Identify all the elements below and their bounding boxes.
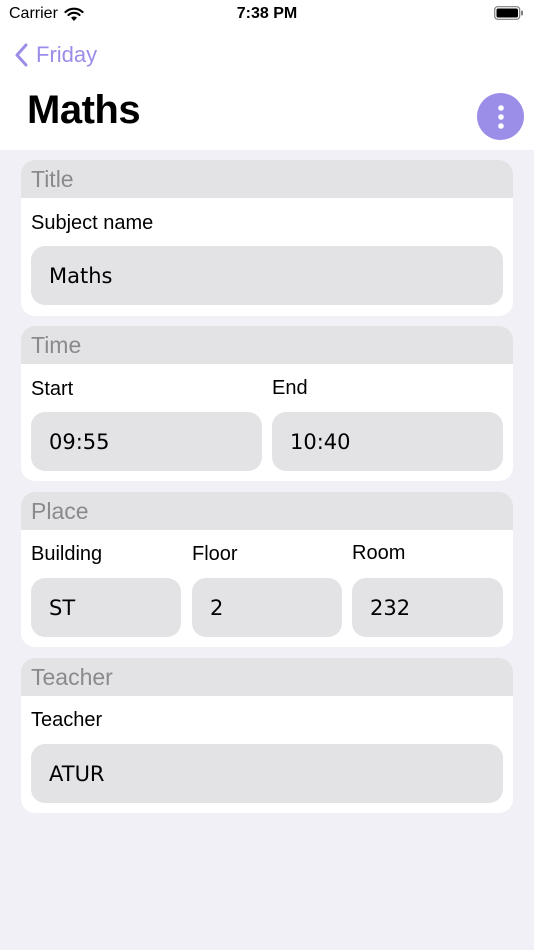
- back-button[interactable]: Friday: [14, 38, 97, 72]
- end-time-field[interactable]: 10:40: [272, 412, 503, 471]
- subject-name-field[interactable]: Maths: [31, 246, 503, 305]
- room-label: Room: [352, 542, 406, 564]
- status-time: 7:38 PM: [236, 5, 298, 22]
- building-field[interactable]: ST: [31, 578, 181, 637]
- page-title: Maths: [27, 88, 141, 132]
- end-label: End: [272, 377, 308, 399]
- more-options-button[interactable]: [477, 93, 524, 140]
- section-header-title: Title: [21, 160, 513, 198]
- ellipsis-vertical-icon: [497, 104, 504, 129]
- back-label: Friday: [36, 42, 98, 67]
- title-section: Title Subject name Maths: [21, 160, 513, 316]
- building-label: Building: [31, 543, 103, 565]
- start-time-field[interactable]: 09:55: [31, 412, 262, 471]
- teacher-section: Teacher Teacher ATUR: [21, 658, 513, 813]
- start-label: Start: [31, 378, 74, 400]
- teacher-label: Teacher: [31, 709, 103, 731]
- battery-icon: [494, 6, 523, 20]
- section-header-time: Time: [21, 326, 513, 364]
- teacher-field[interactable]: ATUR: [31, 744, 503, 803]
- section-header-teacher: Teacher: [21, 658, 513, 696]
- floor-field[interactable]: 2: [192, 578, 342, 637]
- floor-label: Floor: [192, 543, 238, 565]
- time-section: Time Start End 09:55 10:40: [21, 326, 513, 481]
- room-field[interactable]: 232: [352, 578, 503, 637]
- subject-name-label: Subject name: [31, 212, 154, 234]
- status-bar: Carrier 7:38 PM: [0, 0, 534, 28]
- top-bar: Carrier 7:38 PM Friday Maths: [0, 0, 534, 150]
- chevron-left-icon: [15, 43, 28, 67]
- section-header-place: Place: [21, 492, 513, 530]
- place-section: Place Building Floor Room ST 2 232: [21, 492, 513, 647]
